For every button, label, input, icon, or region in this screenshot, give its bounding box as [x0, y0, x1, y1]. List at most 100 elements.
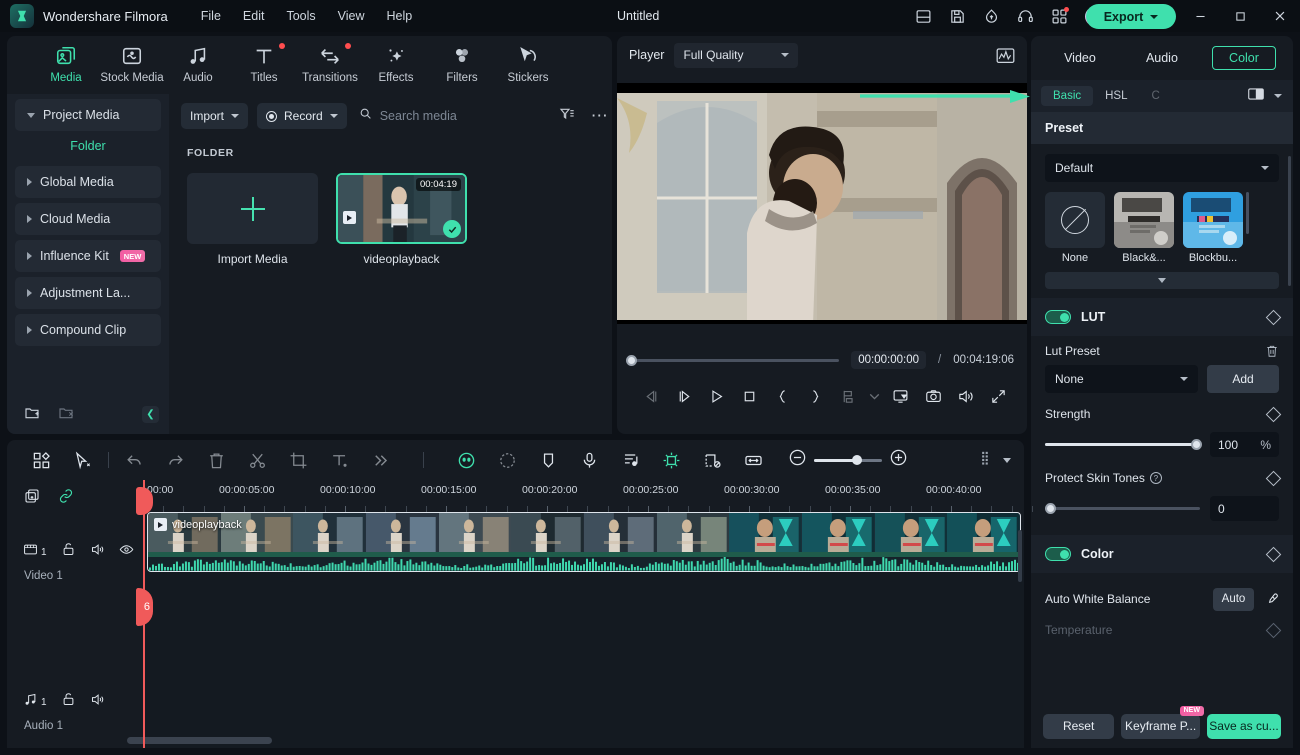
strength-slider-handle[interactable]	[1191, 439, 1202, 450]
chevron-down-icon[interactable]	[1274, 94, 1282, 98]
mask-button[interactable]	[528, 445, 569, 475]
strength-slider[interactable]	[1045, 439, 1202, 450]
subtab-basic[interactable]: Basic	[1041, 86, 1094, 106]
color-keyframe-diamond-icon[interactable]	[1265, 546, 1282, 562]
maximize-button[interactable]	[1220, 0, 1260, 32]
timeline-clip-videoplayback[interactable]: videoplayback	[147, 512, 1021, 572]
auto-white-balance-button[interactable]: Auto	[1213, 587, 1254, 611]
motion-tracking-button[interactable]	[487, 445, 528, 475]
auto-reframe-button[interactable]	[692, 445, 733, 475]
split-button[interactable]	[237, 445, 278, 475]
cloud-upload-icon[interactable]	[983, 8, 1000, 25]
track-header-video-1[interactable]: 1 Video 1	[7, 540, 143, 582]
snapshot-button[interactable]	[917, 383, 950, 409]
media-clip-thumbnail[interactable]: 00:04:19	[336, 173, 467, 244]
next-frame-button[interactable]	[668, 383, 701, 409]
nav-tab-effects[interactable]: Effects	[363, 45, 429, 84]
menu-tools[interactable]: Tools	[286, 9, 315, 23]
lut-preset-select[interactable]: None	[1045, 365, 1198, 393]
subtab-hsl[interactable]: HSL	[1093, 86, 1139, 106]
split-compare-icon[interactable]	[1248, 87, 1264, 106]
close-button[interactable]	[1260, 0, 1300, 32]
play-button[interactable]	[701, 383, 734, 409]
video-preview[interactable]	[617, 83, 1027, 324]
current-timecode[interactable]: 00:00:00:00	[851, 351, 927, 369]
voiceover-button[interactable]	[569, 445, 610, 475]
media-clip-card[interactable]: 00:04:19 videoplayback	[336, 173, 467, 266]
menu-edit[interactable]: Edit	[243, 9, 265, 23]
preset-thumb-none[interactable]: None	[1045, 192, 1105, 264]
filter-icon[interactable]	[559, 106, 575, 127]
menu-view[interactable]: View	[338, 9, 365, 23]
import-media-card[interactable]: Import Media	[187, 173, 318, 266]
lock-icon[interactable]	[61, 542, 76, 562]
preset-thumb-blackwhite[interactable]: Black&...	[1114, 192, 1174, 264]
lut-keyframe-diamond-icon[interactable]	[1265, 309, 1282, 325]
strength-value-box[interactable]: 100 %	[1210, 432, 1279, 457]
help-icon[interactable]: ?	[1149, 472, 1162, 484]
delete-button[interactable]	[196, 445, 237, 475]
green-screen-button[interactable]	[651, 445, 692, 475]
tab-audio[interactable]: Audio	[1130, 47, 1194, 69]
scope-waveform-icon[interactable]	[996, 47, 1015, 64]
save-icon[interactable]	[949, 8, 966, 25]
export-button[interactable]: Export	[1086, 4, 1176, 29]
prev-frame-button[interactable]	[635, 383, 668, 409]
timeline-vertical-scrollbar[interactable]	[1018, 530, 1022, 582]
clip-play-icon[interactable]	[343, 211, 356, 224]
undo-button[interactable]	[114, 445, 155, 475]
import-media-dropzone[interactable]	[187, 173, 318, 244]
color-toggle[interactable]	[1045, 547, 1071, 561]
layout-icon[interactable]	[915, 8, 932, 25]
nav-tab-filters[interactable]: Filters	[429, 45, 495, 84]
sidebar-item-global-media[interactable]: Global Media	[15, 166, 161, 198]
more-options-icon[interactable]: ⋯	[591, 107, 609, 124]
support-headset-icon[interactable]	[1017, 8, 1034, 25]
temperature-keyframe-diamond-icon[interactable]	[1265, 622, 1282, 638]
zoom-out-icon[interactable]	[788, 448, 807, 472]
nav-tab-stickers[interactable]: Stickers	[495, 45, 561, 84]
nav-tab-titles[interactable]: Titles	[231, 42, 297, 84]
tab-color[interactable]: Color	[1212, 46, 1276, 70]
preset-select[interactable]: Default	[1045, 154, 1279, 182]
chevron-left-icon[interactable]: ❮	[142, 406, 159, 423]
sidebar-folder-link[interactable]: Folder	[7, 131, 169, 161]
protect-keyframe-diamond-icon[interactable]	[1265, 470, 1282, 486]
text-button[interactable]	[319, 445, 360, 475]
nav-tab-stock-media[interactable]: Stock Media	[99, 45, 165, 84]
nav-tab-transitions[interactable]: Transitions	[297, 42, 363, 84]
sidebar-item-influence-kit[interactable]: Influence Kit NEW	[15, 240, 161, 272]
markers-button[interactable]	[832, 383, 865, 409]
display-button[interactable]	[884, 383, 917, 409]
quality-select[interactable]: Full Quality	[674, 42, 799, 68]
mute-icon[interactable]	[90, 692, 105, 712]
menu-file[interactable]: File	[201, 9, 221, 23]
import-button[interactable]: Import	[181, 103, 249, 129]
nav-tab-audio[interactable]: Audio	[165, 45, 231, 84]
protect-slider[interactable]	[1045, 503, 1200, 514]
new-folder-icon[interactable]	[24, 405, 40, 426]
render-options-button[interactable]	[1003, 457, 1011, 463]
strength-keyframe-diamond-icon[interactable]	[1265, 406, 1282, 422]
seek-bar[interactable]	[626, 354, 840, 366]
eyedropper-icon[interactable]	[1264, 592, 1279, 607]
sidebar-item-project-media[interactable]: Project Media	[15, 99, 161, 131]
preset-thumb-blockbuster[interactable]: Blockbu...	[1183, 192, 1249, 264]
ai-mask-button[interactable]	[446, 445, 487, 475]
markers-dropdown[interactable]	[865, 383, 884, 409]
timeline-horizontal-scrollbar[interactable]	[127, 737, 272, 744]
minimize-button[interactable]	[1180, 0, 1220, 32]
crop-button[interactable]	[278, 445, 319, 475]
mark-out-button[interactable]	[799, 383, 832, 409]
sidebar-item-adjustment-layer[interactable]: Adjustment La...	[15, 277, 161, 309]
zoom-in-icon[interactable]	[889, 448, 908, 472]
nav-tab-media[interactable]: Media	[33, 45, 99, 84]
track-header-audio-1[interactable]: 1 Audio 1	[7, 690, 143, 732]
fit-timeline-button[interactable]	[733, 445, 774, 475]
fullscreen-button[interactable]	[982, 383, 1015, 409]
seek-handle[interactable]	[626, 354, 637, 366]
keyframe-preset-button[interactable]: Keyframe P... NEW	[1121, 705, 1204, 739]
eye-icon[interactable]	[119, 542, 134, 562]
volume-button[interactable]	[949, 383, 982, 409]
subtab-curves[interactable]: C	[1140, 86, 1172, 106]
